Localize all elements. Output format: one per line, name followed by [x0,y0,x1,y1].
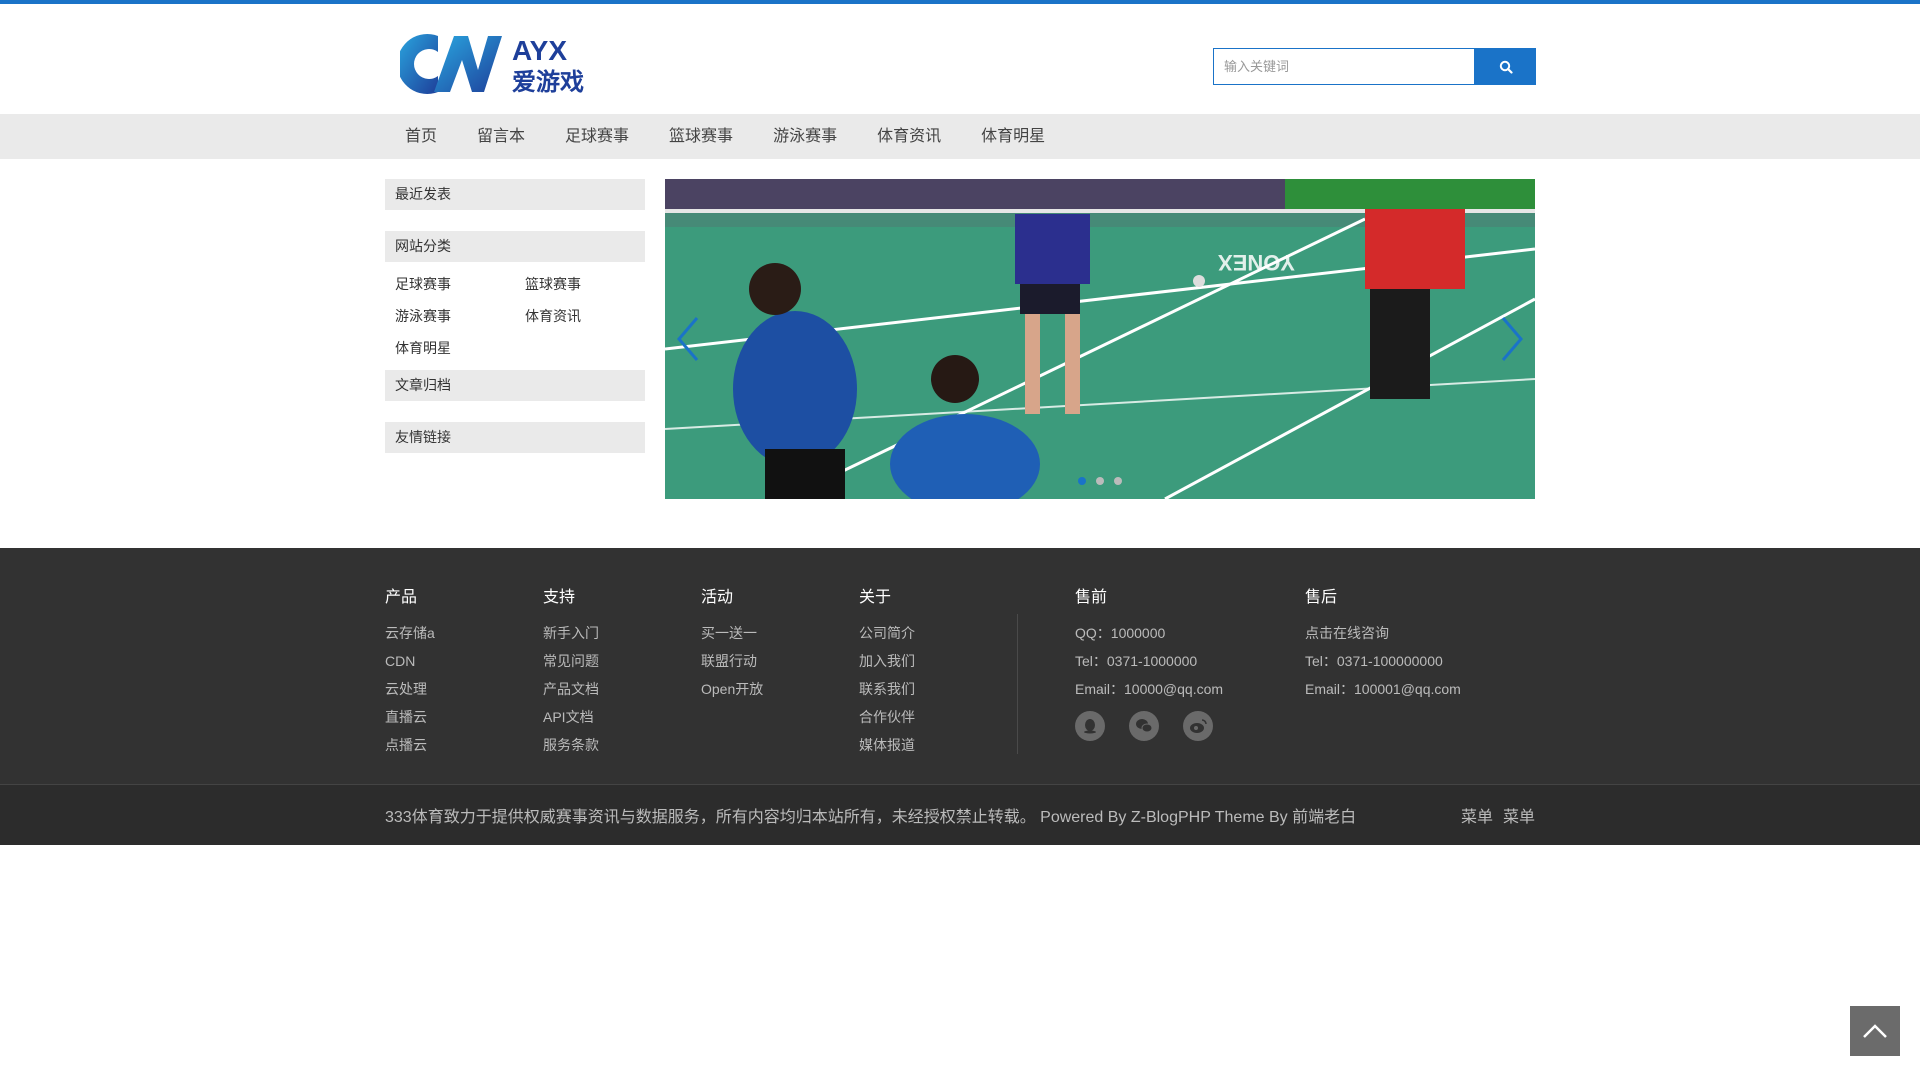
footer-column-title: 售前 [1075,589,1108,606]
footer-link[interactable]: 联系我们 [859,675,915,703]
footer-link[interactable]: Open开放 [701,675,763,703]
footer-link[interactable]: 云处理 [385,675,435,703]
footer-column-title: 活动 [701,589,734,606]
nav-item-basketball[interactable]: 篮球赛事 [649,114,753,159]
aftersale-tel: Tel：0371-100000000 [1305,653,1443,669]
aftersale-email: Email：100001@qq.com [1305,681,1461,697]
chevron-right-icon [1501,317,1523,361]
search-button[interactable] [1475,48,1536,85]
bottom-menu: 菜单 菜单 [1461,803,1535,827]
footer-column-title: 产品 [385,589,418,606]
search-input[interactable] [1213,48,1475,85]
social-links [1075,711,1223,741]
slider-dot[interactable] [1078,477,1086,485]
footer-link[interactable]: 联盟行动 [701,647,763,675]
header: AYX 爱游戏 [0,4,1920,114]
weibo-icon [1190,719,1207,733]
footer-link[interactable]: 直播云 [385,703,435,731]
footer-column-title: 售后 [1305,589,1338,606]
image-slider[interactable]: YONEX [665,179,1535,499]
nav-item-swimming[interactable]: 游泳赛事 [753,114,857,159]
svg-text:YONEX: YONEX [1218,250,1295,275]
main-nav: 首页 留言本 足球赛事 篮球赛事 游泳赛事 体育资讯 体育明星 [0,114,1920,159]
bottom-menu-link[interactable]: 菜单 [1503,803,1535,827]
category-link[interactable]: 体育明星 [395,332,525,364]
category-link[interactable]: 篮球赛事 [525,268,655,300]
footer-link[interactable]: 公司简介 [859,619,915,647]
nav-item-home[interactable]: 首页 [385,114,457,159]
footer-link[interactable]: 常见问题 [543,647,599,675]
slide-image: YONEX [665,179,1535,499]
logo-icon: AYX 爱游戏 [397,34,584,96]
footer-column-products: 产品 云存储a CDN 云处理 直播云 点播云 [385,588,435,759]
footer-link[interactable]: 买一送一 [701,619,763,647]
qq-social-button[interactable] [1075,711,1105,741]
footer-column-support: 支持 新手入门 常见问题 产品文档 API文档 服务条款 [543,588,599,759]
footer-link[interactable]: 加入我们 [859,647,915,675]
copyright-text: 333体育致力于提供权威赛事资讯与数据服务，所有内容均归本站所有，未经授权禁止转… [385,809,1357,826]
footer-bottom-bar: 333体育致力于提供权威赛事资讯与数据服务，所有内容均归本站所有，未经授权禁止转… [0,784,1920,845]
svg-text:爱游戏: 爱游戏 [512,68,584,96]
footer-link[interactable]: CDN [385,647,435,675]
footer-link[interactable]: 服务条款 [543,731,599,759]
category-link[interactable]: 足球赛事 [395,268,525,300]
nav-item-guestbook[interactable]: 留言本 [457,114,545,159]
footer-column-title: 关于 [859,589,892,606]
footer-link[interactable]: 新手入门 [543,619,599,647]
footer-column-presale: 售前 QQ：1000000 Tel：0371-1000000 Email：100… [1075,588,1223,741]
footer-link[interactable]: 点播云 [385,731,435,759]
search-form [1213,48,1536,85]
footer-link[interactable]: API文档 [543,703,599,731]
footer: 产品 云存储a CDN 云处理 直播云 点播云 支持 新手入门 常见问题 产品文… [0,548,1920,845]
chevron-up-icon [1863,1024,1887,1038]
footer-link[interactable]: 媒体报道 [859,731,915,759]
footer-link[interactable]: 产品文档 [543,675,599,703]
footer-column-aftersale: 售后 点击在线咨询 Tel：0371-100000000 Email：10000… [1305,588,1461,703]
widget-title-links: 友情链接 [385,422,645,453]
main-content: 最近发表 网站分类 足球赛事 篮球赛事 游泳赛事 体育资讯 体育明星 文章归档 … [0,159,1920,548]
footer-link[interactable]: 合作伙伴 [859,703,915,731]
wechat-social-button[interactable] [1129,711,1159,741]
presale-email: Email：10000@qq.com [1075,681,1224,697]
category-link[interactable]: 游泳赛事 [395,300,525,332]
chevron-left-icon [677,317,699,361]
footer-column-events: 活动 买一送一 联盟行动 Open开放 [701,588,763,703]
nav-item-sports-stars[interactable]: 体育明星 [961,114,1065,159]
slider-pagination [665,477,1535,485]
footer-divider [1017,614,1018,754]
slider-dot[interactable] [1114,477,1122,485]
footer-link[interactable]: 云存储a [385,619,435,647]
presale-tel: Tel：0371-1000000 [1075,653,1198,669]
nav-item-football[interactable]: 足球赛事 [545,114,649,159]
widget-title-categories: 网站分类 [385,231,645,262]
footer-column-title: 支持 [543,589,576,606]
wechat-icon [1136,719,1153,733]
slider-prev-button[interactable] [673,314,703,364]
presale-qq: QQ：1000000 [1075,625,1166,641]
online-consult-link[interactable]: 点击在线咨询 [1305,619,1461,647]
qq-icon [1084,719,1096,734]
nav-item-sports-news[interactable]: 体育资讯 [857,114,961,159]
category-list: 足球赛事 篮球赛事 游泳赛事 体育资讯 体育明星 [385,262,645,370]
category-link[interactable]: 体育资讯 [525,300,655,332]
sidebar: 最近发表 网站分类 足球赛事 篮球赛事 游泳赛事 体育资讯 体育明星 文章归档 … [385,179,645,453]
weibo-social-button[interactable] [1183,711,1213,741]
footer-column-about: 关于 公司简介 加入我们 联系我们 合作伙伴 媒体报道 [859,588,915,759]
svg-text:AYX: AYX [512,35,567,66]
slider-next-button[interactable] [1497,314,1527,364]
search-icon [1499,60,1513,74]
site-logo[interactable]: AYX 爱游戏 [397,30,596,96]
back-to-top-button[interactable] [1850,1006,1900,1056]
bottom-menu-link[interactable]: 菜单 [1461,803,1493,827]
widget-title-archive: 文章归档 [385,370,645,401]
widget-title-recent: 最近发表 [385,179,645,210]
slider-dot[interactable] [1096,477,1104,485]
